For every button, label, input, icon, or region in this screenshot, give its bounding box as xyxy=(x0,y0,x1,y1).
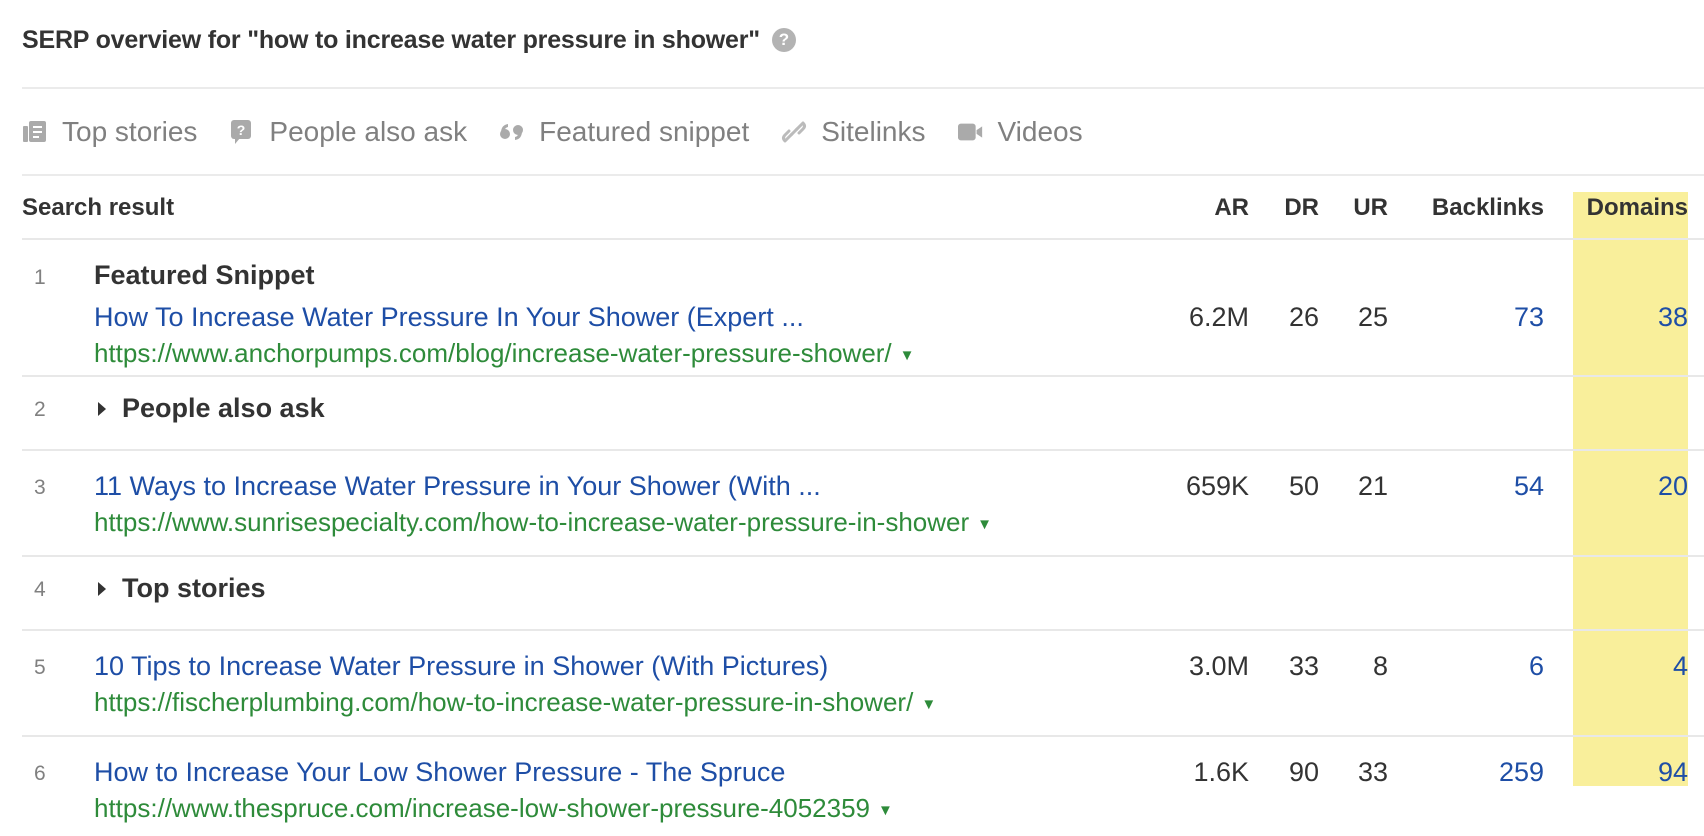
table-row: 3 11 Ways to Increase Water Pressure in … xyxy=(22,451,1704,555)
url-text: https://www.thespruce.com/increase-low-s… xyxy=(94,793,871,823)
feature-label: Videos xyxy=(997,116,1083,147)
table-header: Search result AR DR UR Backlinks Domains xyxy=(22,192,1704,238)
url-text: https://www.sunrisespecialty.com/how-to-… xyxy=(94,507,970,537)
feature-label: Featured snippet xyxy=(539,116,750,147)
link-icon xyxy=(781,119,807,145)
feature-featured-snippet[interactable]: Featured snippet xyxy=(499,116,749,148)
result-title-link[interactable]: How To Increase Water Pressure In Your S… xyxy=(94,302,804,333)
ar-value: 659K xyxy=(1185,471,1249,501)
ar-value: 3.0M xyxy=(1188,651,1249,681)
caret-down-icon[interactable]: ▼ xyxy=(921,696,936,713)
title-row: SERP overview for "how to increase water… xyxy=(22,22,796,58)
row-number: 3 xyxy=(34,476,46,499)
dr-value: 90 xyxy=(1288,757,1319,787)
row-number: 1 xyxy=(34,266,46,289)
result-url-link[interactable]: https://www.thespruce.com/increase-low-s… xyxy=(94,793,893,824)
page-title: SERP overview for "how to increase water… xyxy=(22,25,760,54)
url-text: https://www.anchorpumps.com/blog/increas… xyxy=(94,338,892,368)
feature-people-also-ask[interactable]: ? People also ask xyxy=(229,116,467,148)
row-number: 6 xyxy=(34,762,46,785)
feature-label: Top stories xyxy=(62,116,198,147)
divider xyxy=(22,174,1704,176)
col-domains[interactable]: Domains xyxy=(1568,192,1688,238)
video-camera-icon xyxy=(957,119,984,145)
dr-value: 26 xyxy=(1288,302,1319,332)
caret-right-icon xyxy=(98,581,106,596)
ur-value: 33 xyxy=(1357,757,1388,787)
table-row: 6 How to Increase Your Low Shower Pressu… xyxy=(22,737,1704,836)
quote-icon xyxy=(499,119,525,145)
feature-label: People also ask xyxy=(269,116,468,147)
result-type: Featured Snippet xyxy=(94,260,315,290)
result-title-link[interactable]: 11 Ways to Increase Water Pressure in Yo… xyxy=(94,471,821,502)
newspaper-icon xyxy=(22,119,48,145)
caret-down-icon[interactable]: ▼ xyxy=(900,347,915,364)
result-url-link[interactable]: https://www.sunrisespecialty.com/how-to-… xyxy=(94,507,992,538)
table-row: 2 People also ask xyxy=(22,377,1704,449)
people-also-ask-expander[interactable]: People also ask xyxy=(94,393,325,424)
col-search-result[interactable]: Search result xyxy=(22,192,174,238)
expander-label: People also ask xyxy=(122,393,325,423)
dr-value: 50 xyxy=(1288,471,1319,501)
row-divider xyxy=(22,449,1704,451)
dr-value: 33 xyxy=(1288,651,1319,681)
backlinks-link[interactable]: 6 xyxy=(1424,651,1544,682)
serp-features-bar: Top stories ? People also ask Featured s… xyxy=(22,112,1115,152)
row-divider xyxy=(22,375,1704,377)
domains-link[interactable]: 4 xyxy=(1568,651,1688,682)
row-number: 4 xyxy=(34,578,46,601)
caret-down-icon[interactable]: ▼ xyxy=(878,802,893,819)
result-title-link[interactable]: 10 Tips to Increase Water Pressure in Sh… xyxy=(94,651,828,682)
ar-value: 1.6K xyxy=(1193,757,1249,787)
row-number: 5 xyxy=(34,656,46,679)
caret-right-icon xyxy=(98,401,106,416)
col-backlinks[interactable]: Backlinks xyxy=(1404,192,1544,238)
feature-label: Sitelinks xyxy=(821,116,926,147)
row-divider xyxy=(22,629,1704,631)
ar-value: 6.2M xyxy=(1188,302,1249,332)
question-bubble-icon: ? xyxy=(229,119,255,145)
table-row: 5 10 Tips to Increase Water Pressure in … xyxy=(22,631,1704,735)
col-ur[interactable]: UR xyxy=(1328,192,1388,238)
feature-sitelinks[interactable]: Sitelinks xyxy=(781,116,926,148)
row-number: 2 xyxy=(34,398,46,421)
col-dr[interactable]: DR xyxy=(1259,192,1319,238)
backlinks-link[interactable]: 73 xyxy=(1424,302,1544,333)
url-text: https://fischerplumbing.com/how-to-incre… xyxy=(94,687,914,717)
domains-link[interactable]: 20 xyxy=(1568,471,1688,502)
result-url-link[interactable]: https://fischerplumbing.com/how-to-incre… xyxy=(94,687,936,718)
caret-down-icon[interactable]: ▼ xyxy=(977,516,992,533)
backlinks-link[interactable]: 54 xyxy=(1424,471,1544,502)
expander-label: Top stories xyxy=(122,573,266,603)
col-ar[interactable]: AR xyxy=(1169,192,1249,238)
row-divider xyxy=(22,238,1704,240)
ur-value: 25 xyxy=(1357,302,1388,332)
result-title-link[interactable]: How to Increase Your Low Shower Pressure… xyxy=(94,757,785,788)
feature-videos[interactable]: Videos xyxy=(957,116,1083,148)
result-url-link[interactable]: https://www.anchorpumps.com/blog/increas… xyxy=(94,338,915,369)
backlinks-link[interactable]: 259 xyxy=(1424,757,1544,788)
divider xyxy=(22,87,1704,89)
table-row: 1 Featured Snippet How To Increase Water… xyxy=(22,238,1704,376)
row-divider xyxy=(22,735,1704,737)
domains-link[interactable]: 38 xyxy=(1568,302,1688,333)
top-stories-expander[interactable]: Top stories xyxy=(94,573,266,604)
ur-value: 21 xyxy=(1357,471,1388,501)
feature-top-stories[interactable]: Top stories xyxy=(22,116,197,148)
ur-value: 8 xyxy=(1372,651,1388,681)
domains-link[interactable]: 94 xyxy=(1568,757,1688,788)
help-icon[interactable]: ? xyxy=(771,28,796,52)
row-divider xyxy=(22,555,1704,557)
svg-text:?: ? xyxy=(237,122,246,138)
table-row: 4 Top stories xyxy=(22,557,1704,629)
